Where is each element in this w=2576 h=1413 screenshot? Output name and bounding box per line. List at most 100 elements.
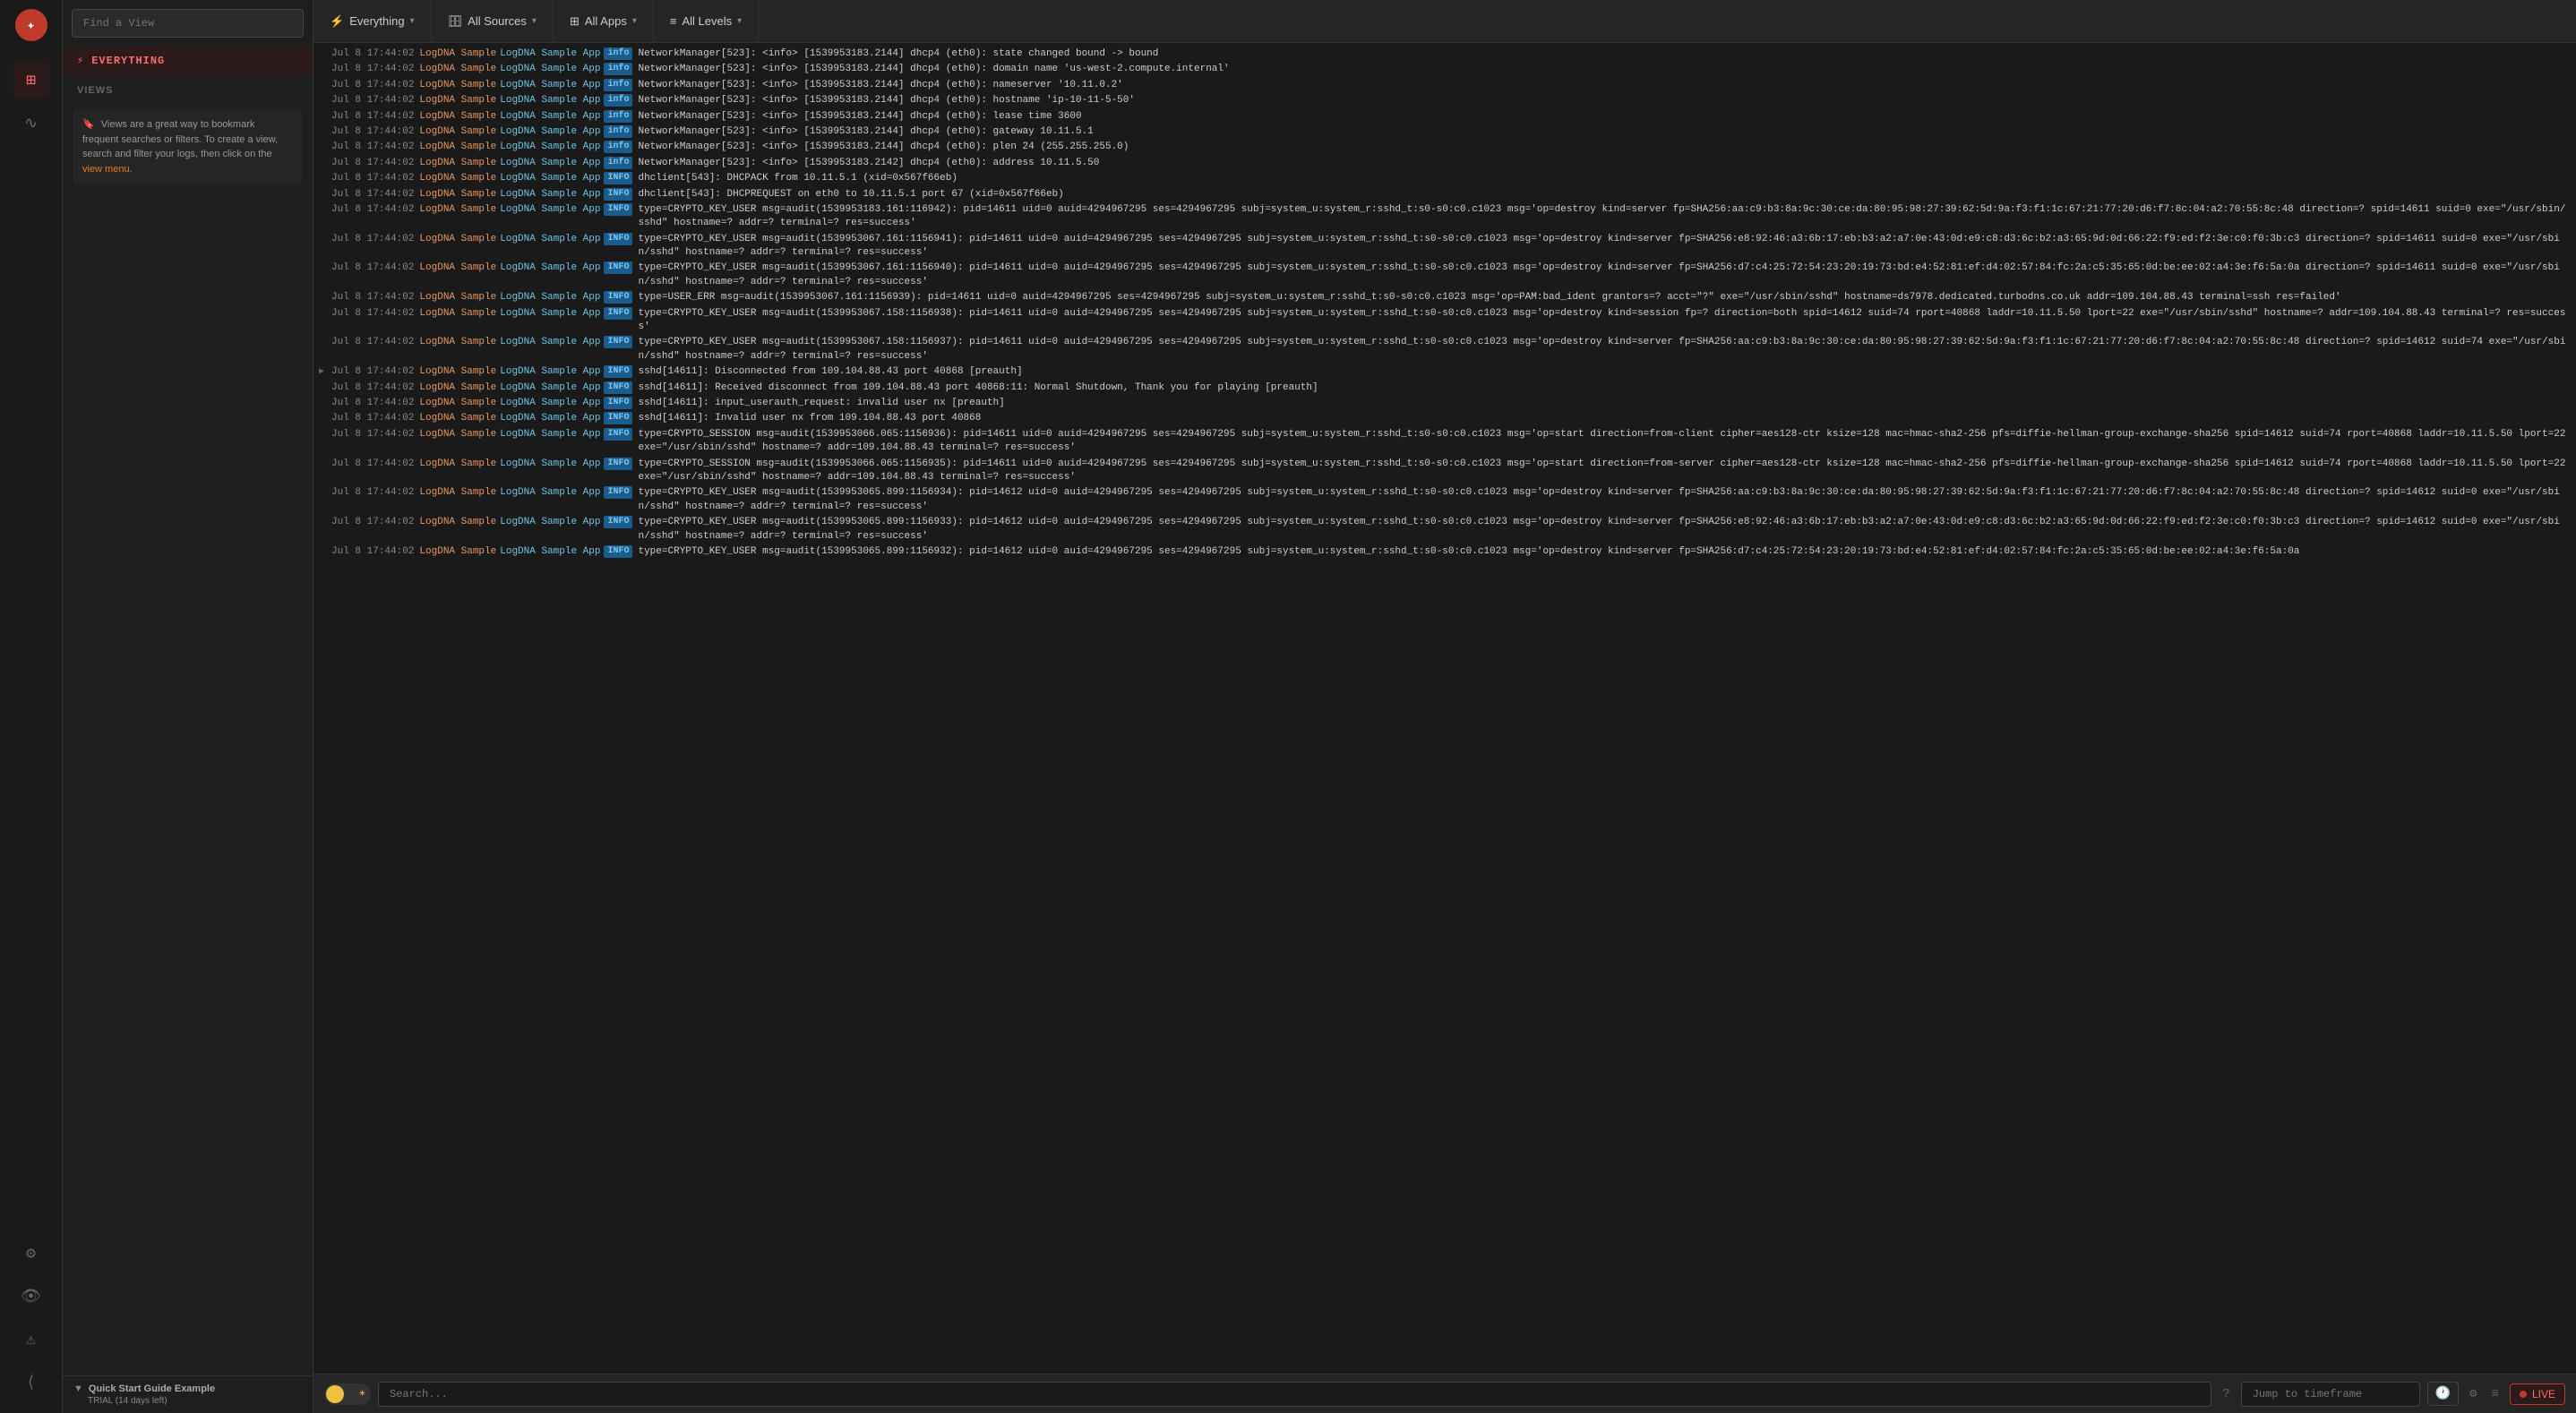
log-message: type=CRYPTO_KEY_USER msg=audit(153995306… [638,516,2569,544]
log-timestamp: Jul 8 17:44:02 [331,110,414,124]
log-message: sshd[14611]: input_userauth_request: inv… [638,397,2569,410]
log-row[interactable]: Jul 8 17:44:02LogDNA SampleLogDNA Sample… [313,124,2576,140]
log-row[interactable]: Jul 8 17:44:02LogDNA SampleLogDNA Sample… [313,381,2576,396]
log-row[interactable]: Jul 8 17:44:02LogDNA SampleLogDNA Sample… [313,140,2576,155]
log-message: type=CRYPTO_KEY_USER msg=audit(153995306… [638,545,2569,559]
log-app: LogDNA Sample App [500,233,600,246]
log-message: NetworkManager[523]: <info> [1539953183.… [638,47,2569,61]
log-app: LogDNA Sample App [500,365,600,379]
log-row[interactable]: Jul 8 17:44:02LogDNA SampleLogDNA Sample… [313,47,2576,62]
quick-start-toggle[interactable]: ▼ Quick Start Guide Example [73,1383,302,1394]
log-row[interactable]: ▶Jul 8 17:44:02LogDNA SampleLogDNA Sampl… [313,364,2576,380]
log-row[interactable]: Jul 8 17:44:02 LogDNA Sample LogDNA Sample… [313,93,2576,108]
log-message: NetworkManager[523]: <info> [1539953183.… [638,94,2569,107]
search-input[interactable] [378,1382,2211,1407]
log-source: LogDNA Sample [419,79,496,92]
bookmark-icon: 🔖 [82,119,95,130]
collapse-sidebar-icon[interactable]: ⟨ [13,1365,49,1400]
log-row[interactable]: Jul 8 17:44:02LogDNA SampleLogDNA Sample… [313,515,2576,544]
log-app: LogDNA Sample App [500,79,600,92]
layout-icon[interactable]: ⊞ [13,63,49,98]
log-timestamp: Jul 8 17:44:02 [331,261,414,275]
all-apps-btn[interactable]: ⊞ All Apps ▾ [554,0,654,42]
filter-icon-btn[interactable]: ≡ [2488,1383,2503,1405]
bolt-icon: ⚡ [77,54,84,67]
log-row[interactable]: Jul 8 17:44:02LogDNA SampleLogDNA Sample… [313,171,2576,186]
view-menu-link[interactable]: view menu. [82,164,133,175]
log-level-badge: INFO [604,428,632,441]
log-level-badge: INFO [604,365,632,378]
eye-icon[interactable]: 👁 [13,1279,49,1315]
log-row[interactable]: Jul 8 17:44:02LogDNA SampleLogDNA Sample… [313,335,2576,364]
log-row[interactable]: Jul 8 17:44:02LogDNA SampleLogDNA Sample… [313,544,2576,560]
log-row[interactable]: Jul 8 17:44:02LogDNA SampleLogDNA Sample… [313,427,2576,457]
theme-toggle[interactable]: ☀ [324,1383,371,1405]
log-message: sshd[14611]: Invalid user nx from 109.10… [638,412,2569,425]
log-level-badge: INFO [604,233,632,245]
clock-icon[interactable]: 🕐 [2427,1382,2459,1406]
log-row[interactable]: Jul 8 17:44:02LogDNA SampleLogDNA Sample… [313,396,2576,411]
all-sources-btn[interactable]: 🗄 All Sources ▾ [432,0,554,42]
log-row[interactable]: Jul 8 17:44:02LogDNA SampleLogDNA Sample… [313,78,2576,93]
log-app: LogDNA Sample App [500,397,600,410]
everything-btn[interactable]: ⚡ Everything ▾ [313,0,432,42]
log-message: type=CRYPTO_KEY_USER msg=audit(153995306… [638,233,2569,261]
expand-arrow-icon[interactable]: ▶ [319,366,324,379]
log-timestamp: Jul 8 17:44:02 [331,172,414,185]
log-row[interactable]: Jul 8 17:44:02LogDNA SampleLogDNA Sample… [313,485,2576,515]
log-row[interactable]: Jul 8 17:44:02LogDNA SampleLogDNA Sample… [313,62,2576,77]
log-row[interactable]: Jul 8 17:44:02LogDNA SampleLogDNA Sample… [313,232,2576,261]
log-app: LogDNA Sample App [500,412,600,425]
log-timestamp: Jul 8 17:44:02 [331,486,414,500]
log-level-badge: info [604,79,632,91]
log-row[interactable]: Jul 8 17:44:02LogDNA SampleLogDNA Sample… [313,261,2576,290]
live-btn[interactable]: LIVE [2510,1383,2565,1405]
log-source: LogDNA Sample [419,307,496,321]
log-level-badge: INFO [604,307,632,320]
log-row[interactable]: Jul 8 17:44:02LogDNA SampleLogDNA Sample… [313,187,2576,202]
log-app: LogDNA Sample App [500,381,600,395]
log-message: type=CRYPTO_SESSION msg=audit(1539953066… [638,458,2569,485]
logo[interactable]: ✦ [15,9,47,41]
alert-icon[interactable]: ⚠ [13,1322,49,1357]
log-app: LogDNA Sample App [500,291,600,304]
log-row[interactable]: Jul 8 17:44:02LogDNA SampleLogDNA Sample… [313,306,2576,336]
log-row[interactable]: Jul 8 17:44:02LogDNA SampleLogDNA Sample… [313,290,2576,305]
log-source: LogDNA Sample [419,261,496,275]
log-row[interactable]: Jul 8 17:44:02LogDNA SampleLogDNA Sample… [313,202,2576,232]
settings-icon-btn[interactable]: ⚙ [2466,1383,2480,1405]
log-source: LogDNA Sample [419,486,496,500]
jump-timeframe-input[interactable] [2241,1382,2420,1407]
log-row[interactable]: Jul 8 17:44:02LogDNA SampleLogDNA Sample… [313,156,2576,171]
all-levels-btn[interactable]: ≡ All Levels ▾ [654,0,759,42]
log-source: LogDNA Sample [419,545,496,559]
log-timestamp: Jul 8 17:44:02 [331,291,414,304]
log-row[interactable]: Jul 8 17:44:02LogDNA SampleLogDNA Sample… [313,411,2576,426]
trial-label: TRIAL (14 days left) [73,1396,302,1406]
log-message: type=CRYPTO_KEY_USER msg=audit(153995306… [638,486,2569,514]
log-timestamp: Jul 8 17:44:02 [331,94,414,107]
pulse-icon[interactable]: ∿ [13,106,49,141]
log-timestamp: Jul 8 17:44:02 [331,141,414,154]
log-level-badge: info [604,157,632,169]
log-area[interactable]: Jul 8 17:44:02 LogDNA Sample LogDNA Sample… [313,43,2576,1374]
search-help-icon[interactable]: ? [2219,1383,2233,1405]
log-level-badge: INFO [604,486,632,499]
log-app: LogDNA Sample App [500,545,600,559]
find-view-input[interactable] [72,9,304,38]
log-level-badge: INFO [604,458,632,470]
log-message: type=CRYPTO_SESSION msg=audit(1539953066… [638,428,2569,456]
live-dot [2520,1391,2527,1398]
log-row[interactable]: Jul 8 17:44:02LogDNA SampleLogDNA Sample… [313,109,2576,124]
levels-chevron-icon: ▾ [737,16,742,26]
sources-icon: 🗄 [448,14,463,29]
levels-icon: ≡ [670,14,677,28]
log-row[interactable]: Jul 8 17:44:02LogDNA SampleLogDNA Sample… [313,457,2576,486]
log-source: LogDNA Sample [419,94,496,107]
log-source: LogDNA Sample [419,336,496,349]
log-source: LogDNA Sample [419,63,496,76]
everything-label[interactable]: ⚡ EVERYTHING [63,47,313,74]
log-app: LogDNA Sample App [500,94,600,107]
settings-icon[interactable]: ⚙ [13,1236,49,1272]
log-level-badge: info [604,110,632,123]
